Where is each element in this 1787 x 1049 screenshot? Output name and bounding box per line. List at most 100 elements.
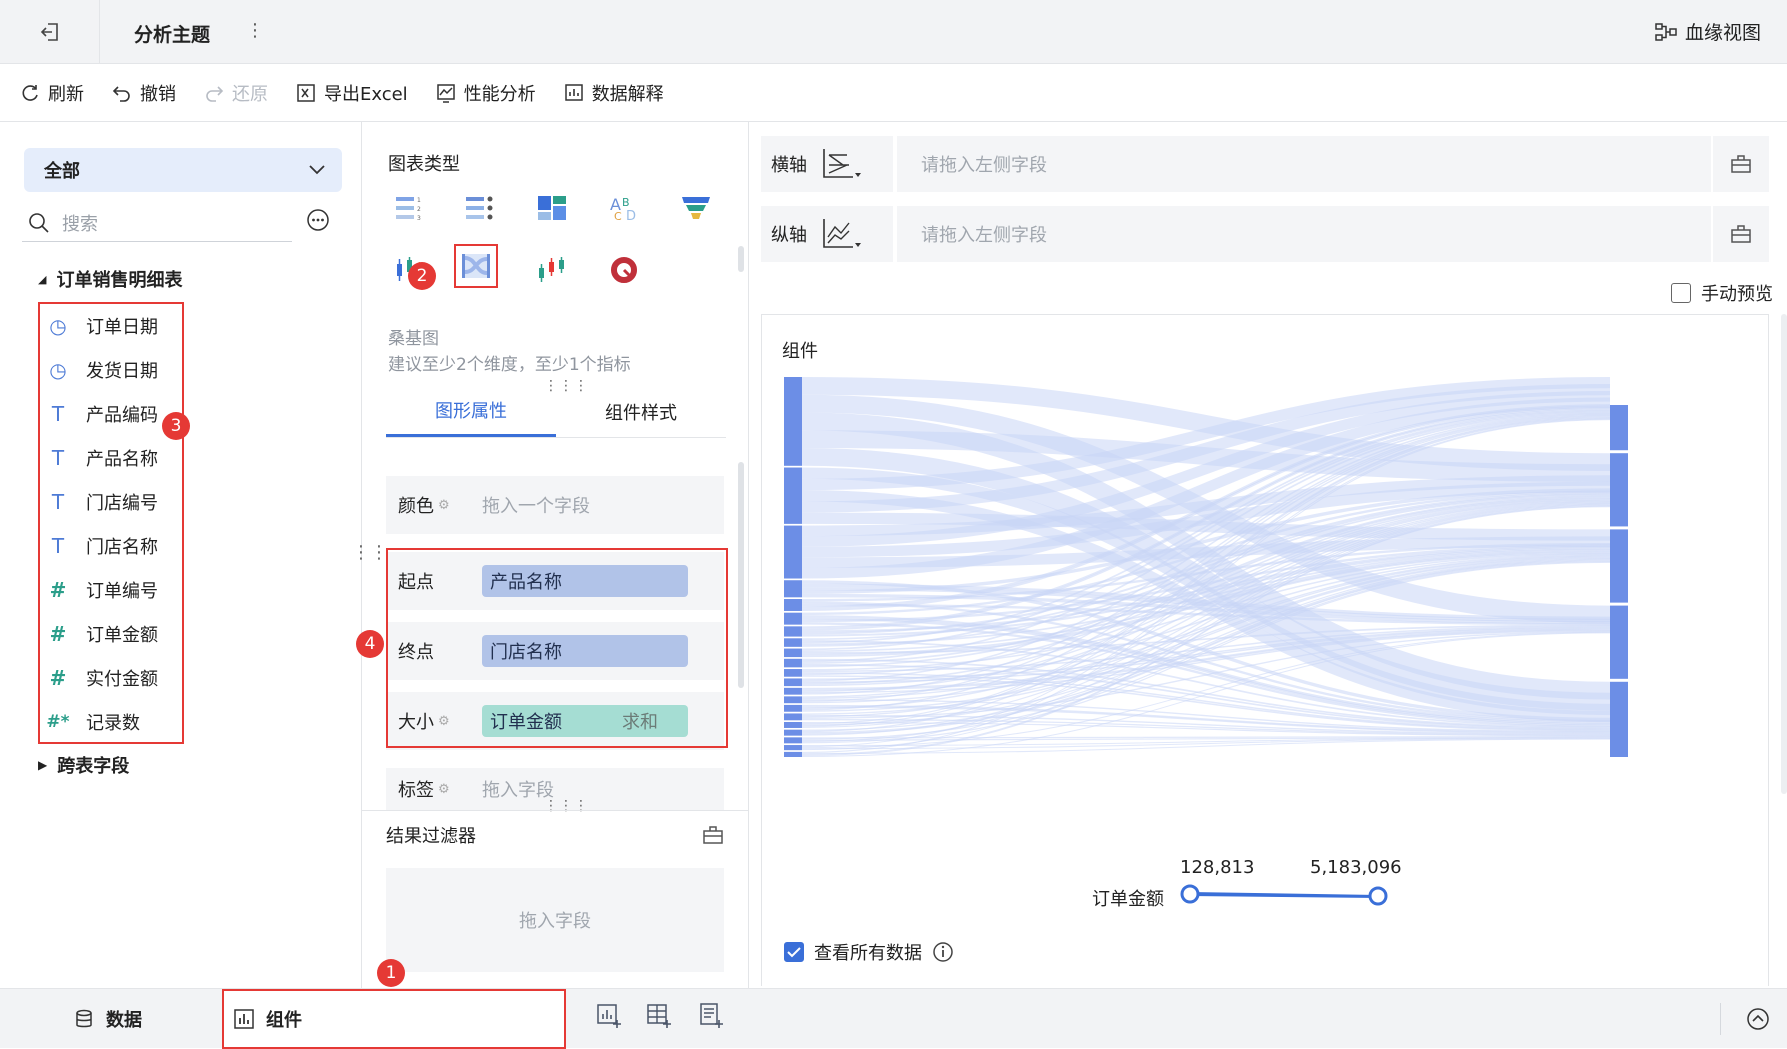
- performance-analysis-button[interactable]: 性能分析: [436, 80, 536, 106]
- sankey-source-node[interactable]: [784, 638, 802, 647]
- sankey-source-node[interactable]: [784, 525, 802, 579]
- sankey-chart[interactable]: [762, 373, 1768, 773]
- field-item[interactable]: # 订单编号: [40, 568, 182, 612]
- refresh-button[interactable]: 刷新: [20, 80, 84, 106]
- table-node[interactable]: ◢ 订单销售明细表: [38, 266, 182, 292]
- sankey-source-node[interactable]: [784, 658, 802, 668]
- sankey-source-node[interactable]: [784, 377, 802, 466]
- tab-graphic-properties[interactable]: 图形属性: [386, 386, 556, 437]
- add-chart-icon[interactable]: [596, 1003, 622, 1029]
- refresh-label: 刷新: [48, 83, 84, 105]
- caret-right-icon: ▶: [38, 758, 48, 772]
- sankey-target-node[interactable]: [1610, 529, 1628, 603]
- sankey-target-node[interactable]: [1610, 405, 1628, 451]
- gear-icon[interactable]: ⚙: [438, 782, 450, 797]
- panel-drag-handle-icon[interactable]: ⋮⋮: [352, 542, 388, 563]
- toolbox-icon[interactable]: [702, 825, 724, 845]
- search-input[interactable]: 搜索: [22, 204, 292, 242]
- sankey-source-node[interactable]: [784, 729, 802, 736]
- field-item[interactable]: ◷ 发货日期: [40, 348, 182, 392]
- sankey-source-node[interactable]: [784, 580, 802, 598]
- collapse-up-icon[interactable]: [1746, 1007, 1770, 1031]
- chart-type-table-icon[interactable]: 1 2 3: [388, 186, 432, 230]
- field-item[interactable]: ◷ 订单日期: [40, 304, 182, 348]
- data-tab[interactable]: 数据: [74, 989, 142, 1049]
- sankey-source-node[interactable]: [784, 751, 802, 757]
- sankey-source-node[interactable]: [784, 696, 802, 704]
- scope-select[interactable]: 全部: [24, 148, 342, 192]
- scrollbar[interactable]: [1781, 314, 1787, 794]
- y-axis-drop-zone[interactable]: 请拖入左侧字段: [897, 221, 1711, 247]
- field-item[interactable]: #* 记录数: [40, 700, 182, 744]
- field-item[interactable]: T 产品名称: [40, 436, 182, 480]
- sankey-source-node[interactable]: [784, 737, 802, 744]
- data-explain-button[interactable]: 数据解释: [564, 80, 664, 106]
- color-placeholder: 拖入一个字段: [482, 496, 590, 517]
- field-item[interactable]: # 实付金额: [40, 656, 182, 700]
- legend-range-slider[interactable]: [1180, 881, 1400, 907]
- tab-component-style[interactable]: 组件样式: [556, 386, 726, 437]
- export-excel-button[interactable]: 导出Excel: [296, 80, 408, 106]
- x-axis-drop-zone[interactable]: 请拖入左侧字段: [897, 151, 1711, 177]
- view-all-data-toggle[interactable]: 查看所有数据: [784, 939, 954, 965]
- more-menu-button[interactable]: ⋮: [246, 20, 264, 41]
- sankey-source-node[interactable]: [784, 745, 802, 751]
- sankey-source-node[interactable]: [784, 467, 802, 524]
- chart-type-wordcloud-icon[interactable]: ABDC: [602, 186, 646, 230]
- scrollbar[interactable]: [738, 246, 744, 272]
- sankey-source-node[interactable]: [784, 612, 802, 625]
- axis-chart-icon: [823, 149, 861, 178]
- data-tab-label: 数据: [106, 1010, 142, 1031]
- count-type-icon: #*: [46, 712, 70, 732]
- field-item[interactable]: T 产品编码: [40, 392, 182, 436]
- sankey-source-node[interactable]: [784, 721, 802, 728]
- sankey-target-node[interactable]: [1610, 605, 1628, 679]
- field-item[interactable]: # 订单金额: [40, 612, 182, 656]
- redo-button[interactable]: 还原: [204, 80, 268, 106]
- add-table-icon[interactable]: [646, 1003, 672, 1029]
- sankey-source-node[interactable]: [784, 648, 802, 658]
- chart-type-candlestick-icon[interactable]: [530, 248, 574, 292]
- filter-drop-zone[interactable]: 拖入字段: [386, 868, 724, 972]
- sankey-target-node[interactable]: [1610, 681, 1628, 757]
- lineage-view-button[interactable]: 血缘视图: [1655, 18, 1761, 45]
- chart-type-detail-table-icon[interactable]: [458, 186, 502, 230]
- legend-min-value: 128,813: [1180, 857, 1255, 878]
- x-axis-toolbox-button[interactable]: [1711, 136, 1769, 192]
- component-title: 组件: [782, 341, 818, 362]
- y-axis-label-cell[interactable]: 纵轴: [761, 206, 897, 262]
- field-item[interactable]: T 门店编号: [40, 480, 182, 524]
- text-type-icon: T: [51, 490, 65, 514]
- add-list-icon[interactable]: [698, 1003, 724, 1029]
- field-item[interactable]: T 门店名称: [40, 524, 182, 568]
- y-axis-toolbox-button[interactable]: [1711, 206, 1769, 262]
- sankey-source-node[interactable]: [784, 669, 802, 677]
- info-icon[interactable]: [932, 941, 954, 963]
- cross-table-fields-node[interactable]: ▶ 跨表字段: [38, 752, 129, 778]
- manual-preview-toggle[interactable]: 手动预览: [1671, 280, 1773, 306]
- chart-type-treemap-icon[interactable]: [530, 186, 574, 230]
- undo-button[interactable]: 撤销: [112, 80, 176, 106]
- scrollbar[interactable]: [738, 462, 744, 688]
- sankey-source-node[interactable]: [784, 599, 802, 611]
- sankey-source-node[interactable]: [784, 626, 802, 637]
- component-canvas: 组件 订单金额 128,813 5,183,096 查看所有数据: [761, 314, 1769, 986]
- exit-button[interactable]: [0, 0, 100, 64]
- resize-handle-icon[interactable]: ⋮⋮⋮: [544, 798, 589, 814]
- gear-icon[interactable]: ⚙: [438, 498, 450, 513]
- sankey-target-node[interactable]: [1610, 453, 1628, 527]
- field-more-button[interactable]: [306, 208, 330, 236]
- sankey-source-node[interactable]: [784, 687, 802, 695]
- chart-type-ring-icon[interactable]: [602, 248, 646, 292]
- sankey-source-node[interactable]: [784, 713, 802, 721]
- component-tab[interactable]: 组件: [222, 989, 566, 1049]
- chart-type-sankey-icon[interactable]: [454, 244, 498, 288]
- sankey-source-node[interactable]: [784, 704, 802, 712]
- x-axis-label-cell[interactable]: 横轴: [761, 136, 897, 192]
- sankey-source-node[interactable]: [784, 678, 802, 687]
- legend-max-value: 5,183,096: [1310, 857, 1402, 878]
- chart-type-funnel-icon[interactable]: [674, 186, 718, 230]
- view-all-data-checkbox[interactable]: [784, 942, 804, 962]
- color-slot[interactable]: 颜色 ⚙ 拖入一个字段: [386, 476, 724, 534]
- manual-preview-checkbox[interactable]: [1671, 283, 1691, 303]
